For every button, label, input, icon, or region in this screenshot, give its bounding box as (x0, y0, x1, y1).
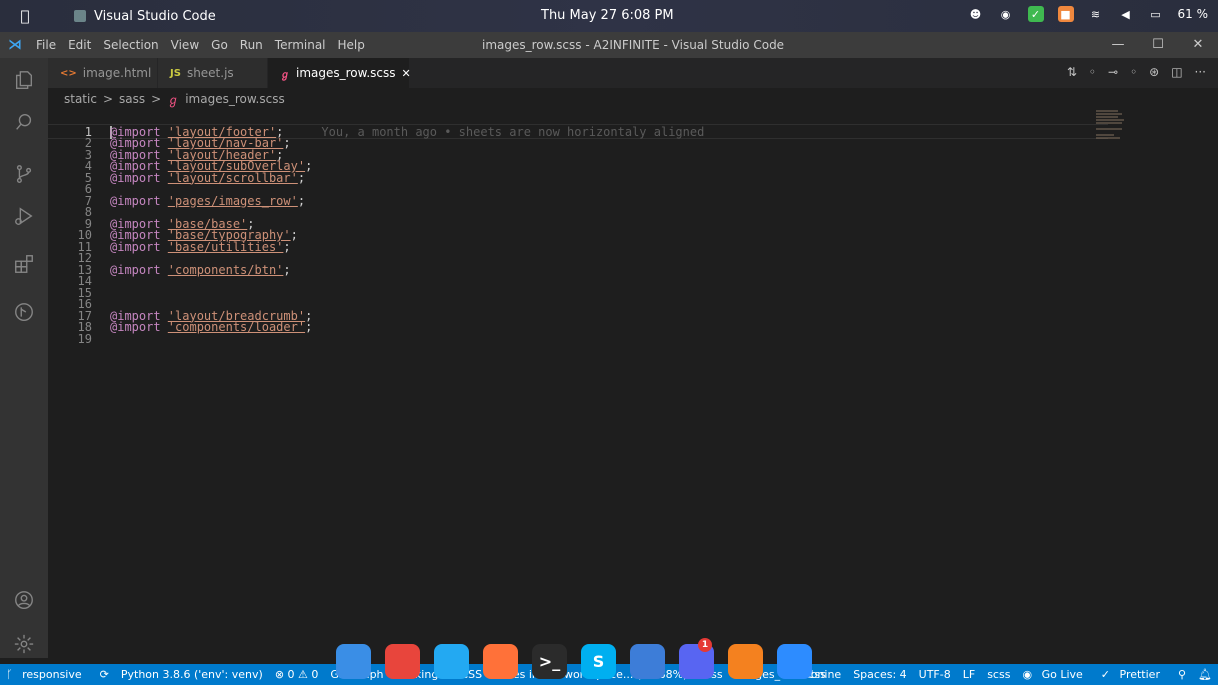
skype-dock-icon[interactable]: S (581, 644, 616, 679)
tab-images-row-scss[interactable]: ℊ images_row.scss ✕ (268, 58, 411, 88)
tray-app-icon[interactable]: ■ (1057, 6, 1074, 22)
system-top-bar:  Visual Studio Code Thu May 27 6:08 PM … (0, 0, 1218, 32)
face-icon[interactable]: ☻ (968, 6, 984, 22)
prettier-status[interactable]: ✓ Prettier (1095, 668, 1172, 681)
indent-status[interactable]: Spaces: 4 (847, 668, 912, 681)
bell-icon[interactable]: 🔔︎ (1192, 668, 1218, 681)
tabnine-icon[interactable]: ⊛ (1149, 65, 1159, 79)
window-controls: — ☐ ✕ (1098, 32, 1218, 58)
eol-status[interactable]: LF (957, 668, 981, 681)
discord-dock-icon[interactable]: 1 (679, 638, 714, 679)
status-right: tabnine Spaces: 4 UTF-8 LF scss ◉ Go Liv… (793, 664, 1218, 685)
menu-view[interactable]: View (165, 38, 205, 52)
breadcrumb-file[interactable]: images_row.scss (185, 92, 285, 106)
go-live-button[interactable]: ◉ Go Live (1016, 668, 1094, 681)
editor-actions: ⇅ ◦ ⊸ ◦ ⊛ ◫ ··· (1067, 65, 1206, 79)
run-debug-icon[interactable] (12, 204, 36, 228)
code-editor[interactable]: 1 @import 'layout/footer'; You, a month ag… (48, 110, 1218, 658)
js-file-icon: JS (170, 67, 181, 79)
dock: >_ S 1 (336, 614, 848, 685)
search-icon[interactable] (12, 110, 36, 134)
zoom-dock-icon[interactable] (777, 644, 812, 679)
breadcrumb: static > sass > ℊ images_row.scss (48, 88, 1218, 110)
menu-run[interactable]: Run (234, 38, 269, 52)
activity-bar (0, 58, 48, 658)
system-tray: ☻ ◉ ✓ ■ ≋ ◀ ▭ 61 % (968, 6, 1209, 22)
scss-file-icon: ℊ (280, 69, 290, 81)
split-editor-icon[interactable]: ◫ (1171, 65, 1182, 79)
language-status[interactable]: scss (981, 668, 1016, 681)
maximize-icon[interactable]: ☐ (1138, 32, 1178, 58)
apple-icon[interactable]:  (0, 7, 50, 25)
battery-icon[interactable]: ▭ (1148, 6, 1164, 22)
check-icon[interactable]: ✓ (1027, 6, 1044, 22)
close-icon[interactable]: ✕ (1178, 32, 1218, 58)
window-title: images_row.scss - A2INFINITE - Visual St… (482, 38, 785, 52)
line-number: 19 (77, 331, 92, 346)
minimize-icon[interactable]: — (1098, 32, 1138, 58)
vscode-dock-icon[interactable] (434, 644, 469, 679)
menu-help[interactable]: Help (332, 38, 371, 52)
chevron-right-icon: > (102, 92, 114, 106)
explorer-icon[interactable] (12, 68, 36, 92)
git-graph-icon[interactable] (12, 300, 36, 324)
tab-label: sheet.js (186, 66, 234, 80)
firefox-dock-icon[interactable] (483, 644, 518, 679)
app-menu[interactable]: Visual Studio Code (74, 9, 216, 24)
account-icon[interactable] (12, 588, 36, 612)
sync-icon[interactable]: ⟳ (94, 668, 115, 681)
tab-label: images_row.scss (296, 66, 396, 80)
vscode-logo-icon: ⋊ (8, 37, 22, 53)
minimap[interactable] (1096, 110, 1128, 140)
source-control-icon[interactable] (12, 162, 36, 186)
git-next-icon[interactable]: ◦ (1130, 65, 1137, 79)
notification-badge: 1 (698, 638, 712, 652)
python-interpreter[interactable]: Python 3.8.6 ('env': venv) (115, 668, 269, 681)
menu-file[interactable]: File (30, 38, 62, 52)
breadcrumb-sass[interactable]: sass (119, 92, 145, 106)
scss-file-icon: ℊ (167, 92, 180, 107)
git-prev-icon[interactable]: ◦ (1089, 65, 1096, 79)
tab-image-html[interactable]: <> image.html (48, 58, 158, 88)
html-file-icon: <> (60, 67, 77, 79)
battery-percent: 61 % (1177, 7, 1209, 21)
branch-indicator[interactable]: ᚴ responsive (0, 668, 94, 681)
tab-sheet-js[interactable]: JS sheet.js (158, 58, 268, 88)
breadcrumb-static[interactable]: static (64, 92, 97, 106)
terminal-dock-icon[interactable]: >_ (532, 644, 567, 679)
more-actions-icon[interactable]: ··· (1195, 65, 1206, 79)
menu-edit[interactable]: Edit (62, 38, 97, 52)
title-menu-bar: ⋊ File Edit Selection View Go Run Termin… (0, 32, 1218, 58)
compare-icon[interactable]: ⇅ (1067, 65, 1077, 79)
bookmarks-dock-icon[interactable] (630, 644, 665, 679)
tab-close-icon[interactable]: ✕ (402, 67, 411, 80)
vlc-dock-icon[interactable] (728, 644, 763, 679)
editor-tabs: <> image.html JS sheet.js ℊ images_row.s… (48, 58, 1218, 88)
volume-icon[interactable]: ◀ (1118, 6, 1134, 22)
finder-dock-icon[interactable] (336, 644, 371, 679)
app-name-label: Visual Studio Code (94, 8, 216, 24)
gear-icon[interactable] (12, 632, 36, 656)
system-clock[interactable]: Thu May 27 6:08 PM (541, 8, 674, 23)
tab-label: image.html (82, 66, 152, 80)
discord-tray-icon[interactable]: ◉ (998, 6, 1014, 22)
problems-indicator[interactable]: ⊗ 0 ⚠ 0 (269, 668, 325, 681)
chevron-right-icon: > (151, 92, 162, 106)
app-icon (74, 10, 86, 22)
chrome-dock-icon[interactable] (385, 644, 420, 679)
extensions-icon[interactable] (12, 252, 36, 276)
menu-selection[interactable]: Selection (97, 38, 164, 52)
git-commit-icon[interactable]: ⊸ (1108, 65, 1118, 79)
wifi-icon[interactable]: ≋ (1088, 6, 1104, 22)
code-line[interactable]: 19 (48, 331, 1108, 346)
encoding-status[interactable]: UTF-8 (913, 668, 957, 681)
feedback-icon[interactable]: ⚲ (1172, 668, 1192, 681)
menu-go[interactable]: Go (205, 38, 234, 52)
menu-terminal[interactable]: Terminal (269, 38, 332, 52)
